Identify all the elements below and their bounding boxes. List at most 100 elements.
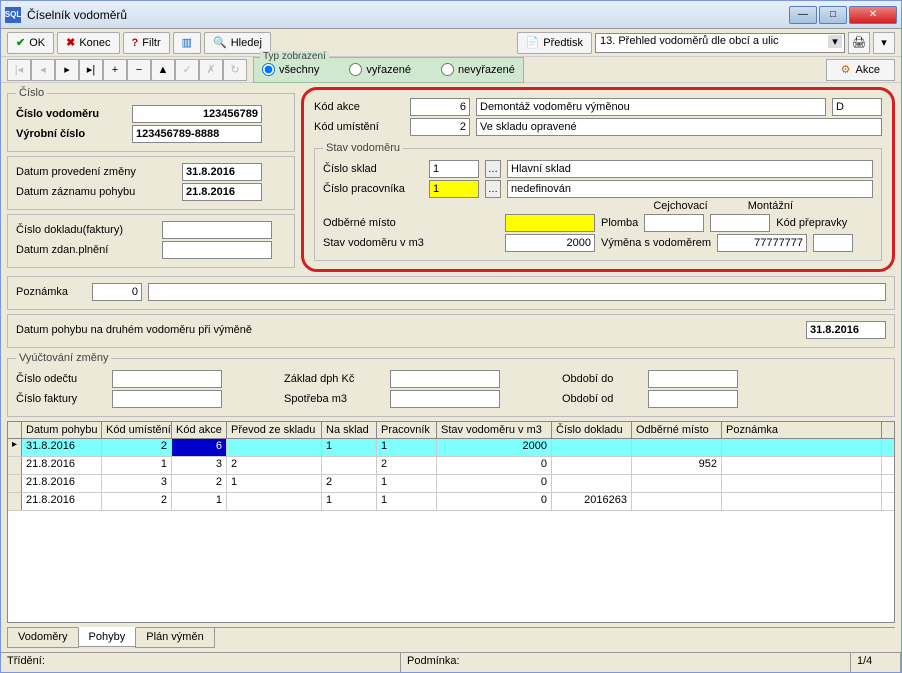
x-icon: ✖ — [66, 36, 75, 49]
predtisk-button[interactable]: 📄Předtisk — [517, 32, 592, 54]
zaklad-input[interactable] — [390, 370, 500, 388]
vyuct-legend: Vyúčtování změny — [16, 352, 111, 364]
doklad-fieldset: Číslo dokladu(faktury) Datum zdan.plnění — [7, 214, 295, 268]
cislo-sklad-text[interactable] — [507, 160, 873, 178]
odberne-misto-input[interactable] — [505, 214, 595, 232]
vymena-input[interactable] — [717, 234, 807, 252]
action-panel: Kód akce Kód umístění Stav vodoměru Čísl… — [301, 87, 895, 272]
nav-refresh[interactable]: ↻ — [223, 59, 247, 81]
minimize-button[interactable]: — — [789, 6, 817, 24]
datum-zdan-input[interactable] — [162, 241, 272, 259]
kod-umisteni-text[interactable] — [476, 118, 882, 136]
pohyb2-input[interactable] — [806, 321, 886, 339]
kod-akce-suffix[interactable] — [832, 98, 882, 116]
datum-zaznamu-input[interactable] — [182, 183, 262, 201]
table-row[interactable]: 21.8.2016211102016263 — [8, 493, 894, 511]
montazni-label: Montážní — [748, 200, 793, 212]
kod-prepravky-label: Kód přepravky — [776, 217, 847, 229]
cislo-vodomeru-label: Číslo vodoměru — [16, 108, 126, 120]
kod-umisteni-label: Kód umístění — [314, 121, 404, 133]
radio-vyrazene[interactable]: vyřazené — [349, 63, 411, 76]
data-grid[interactable]: Datum pohybuKód umístěníKód akcePřevod z… — [7, 421, 895, 623]
radio-vsechny[interactable]: všechny — [262, 63, 319, 76]
poznamka-num-input[interactable] — [92, 283, 142, 301]
nav-prev[interactable]: ◂ — [31, 59, 55, 81]
maximize-button[interactable]: □ — [819, 6, 847, 24]
obdobi-do-input[interactable] — [648, 370, 738, 388]
ok-button[interactable]: ✔OK — [7, 32, 54, 54]
plomba-mont-input[interactable] — [710, 214, 770, 232]
status-podminka: Podmínka: — [401, 653, 851, 672]
search-icon: 🔍 — [213, 36, 227, 49]
import-icon: ▥ — [182, 36, 192, 49]
stav-legend: Stav vodoměru — [323, 142, 403, 154]
nav-add[interactable]: + — [103, 59, 127, 81]
nav-delete[interactable]: − — [127, 59, 151, 81]
vyrobni-cislo-input[interactable] — [132, 125, 262, 143]
titlebar: SQL Číselník vodoměrů — □ ✕ — [1, 1, 901, 29]
plomba-cejch-input[interactable] — [644, 214, 704, 232]
cislo-sklad-input[interactable] — [429, 160, 479, 178]
cislo-odectu-label: Číslo odečtu — [16, 373, 106, 385]
spotreba-input[interactable] — [390, 390, 500, 408]
cislo-vodomeru-input[interactable] — [132, 105, 262, 123]
stav-fieldset: Stav vodoměru Číslo sklad … Číslo pracov… — [314, 142, 882, 261]
window-title: Číselník vodoměrů — [27, 8, 789, 22]
table-row[interactable]: 21.8.201613220952 — [8, 457, 894, 475]
cislo-legend: Číslo — [16, 87, 47, 99]
poznamka-text-input[interactable] — [148, 283, 886, 301]
akce-button[interactable]: ⚙Akce — [826, 59, 895, 81]
import-button[interactable]: ▥ — [173, 32, 201, 54]
table-row[interactable]: ▸31.8.201626112000 — [8, 439, 894, 457]
nav-edit[interactable]: ▲ — [151, 59, 175, 81]
status-page: 1/4 — [851, 653, 901, 672]
datum-provedeni-input[interactable] — [182, 163, 262, 181]
dates-fieldset: Datum provedení změny Datum záznamu pohy… — [7, 156, 295, 210]
vyuctovani-fieldset: Vyúčtování změny Číslo odečtu Základ dph… — [7, 352, 895, 417]
cislo-dokladu-input[interactable] — [162, 221, 272, 239]
datum-provedeni-label: Datum provedení změny — [16, 166, 176, 178]
tab-vodomery[interactable]: Vodoměry — [7, 628, 79, 648]
cislo-pracovnika-text[interactable] — [507, 180, 873, 198]
report-dropdown[interactable]: 13. Přehled vodoměrů dle obcí a ulic — [595, 33, 845, 53]
cislo-sklad-lookup[interactable]: … — [485, 160, 501, 178]
kod-akce-input[interactable] — [410, 98, 470, 116]
datum-zdan-label: Datum zdan.plnění — [16, 244, 156, 256]
odberne-misto-label: Odběrné místo — [323, 217, 423, 229]
cislo-faktury-input[interactable] — [112, 390, 222, 408]
konec-button[interactable]: ✖Konec — [57, 32, 119, 54]
stav-m3-input[interactable] — [505, 234, 595, 252]
kod-umisteni-input[interactable] — [410, 118, 470, 136]
radio-nevyrazene[interactable]: nevyřazené — [441, 63, 515, 76]
filtr-button[interactable]: ?Filtr — [123, 32, 170, 54]
nav-ok[interactable]: ✓ — [175, 59, 199, 81]
datum-zaznamu-label: Datum záznamu pohybu — [16, 186, 176, 198]
question-icon: ? — [132, 37, 139, 49]
plomba-label: Plomba — [601, 217, 638, 229]
print-menu-button[interactable]: ▾ — [873, 32, 895, 54]
obdobi-od-input[interactable] — [648, 390, 738, 408]
app-icon: SQL — [5, 7, 21, 23]
nav-last[interactable]: ▸| — [79, 59, 103, 81]
table-row[interactable]: 21.8.2016321210 — [8, 475, 894, 493]
tab-pohyby[interactable]: Pohyby — [78, 627, 137, 647]
status-trideni: Třídění: — [1, 653, 401, 672]
kod-akce-label: Kód akce — [314, 101, 404, 113]
cislo-fieldset: Číslo Číslo vodoměru Výrobní číslo — [7, 87, 295, 152]
vyrobni-cislo-label: Výrobní číslo — [16, 128, 126, 140]
nav-first[interactable]: |◂ — [7, 59, 31, 81]
kod-akce-text[interactable] — [476, 98, 826, 116]
tab-plan-vymen[interactable]: Plán výměn — [135, 628, 214, 648]
nav-cancel[interactable]: ✗ — [199, 59, 223, 81]
print-button[interactable]: 🖨 — [848, 32, 870, 54]
nav-next[interactable]: ▸ — [55, 59, 79, 81]
close-button[interactable]: ✕ — [849, 6, 897, 24]
kod-prepravky-input[interactable] — [813, 234, 853, 252]
cislo-pracovnika-label: Číslo pracovníka — [323, 183, 423, 195]
cislo-odectu-input[interactable] — [112, 370, 222, 388]
cislo-pracovnika-lookup[interactable]: … — [485, 180, 501, 198]
cislo-pracovnika-input[interactable] — [429, 180, 479, 198]
stav-m3-label: Stav vodoměru v m3 — [323, 237, 443, 249]
preview-icon: 📄 — [526, 36, 540, 49]
spotreba-label: Spotřeba m3 — [284, 393, 384, 405]
